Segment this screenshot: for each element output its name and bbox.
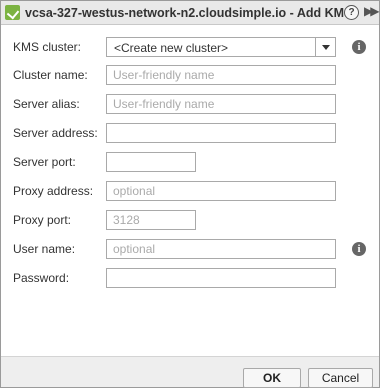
expand-icon[interactable]: ▶▶ <box>364 4 380 18</box>
proxy-address-label: Proxy address: <box>13 184 94 198</box>
dialog-footer: OK Cancel <box>1 356 379 388</box>
password-label: Password: <box>13 271 70 285</box>
dialog-title: vcsa-327-westus-network-n2.cloudsimple.i… <box>25 6 353 20</box>
dropdown-arrow-icon[interactable] <box>315 38 335 56</box>
cancel-button[interactable]: Cancel <box>308 368 373 388</box>
title-bar: vcsa-327-westus-network-n2.cloudsimple.i… <box>1 1 380 25</box>
info-icon[interactable]: i <box>352 242 366 256</box>
password-input[interactable] <box>106 268 336 288</box>
proxy-address-input[interactable] <box>106 181 336 201</box>
cluster-name-label: Cluster name: <box>13 68 88 82</box>
user-name-label: User name: <box>13 242 76 256</box>
cluster-name-input[interactable] <box>106 65 336 85</box>
server-alias-input[interactable] <box>106 94 336 114</box>
kms-cluster-label: KMS cluster: <box>13 40 82 54</box>
help-icon[interactable]: ? <box>344 5 359 20</box>
kms-cluster-selected-value: <Create new cluster> <box>114 41 229 55</box>
server-port-label: Server port: <box>13 155 76 169</box>
server-port-input[interactable] <box>106 152 196 172</box>
proxy-port-input[interactable] <box>106 210 196 230</box>
server-address-label: Server address: <box>13 126 98 140</box>
ok-button[interactable]: OK <box>243 368 301 388</box>
add-kms-dialog: vcsa-327-westus-network-n2.cloudsimple.i… <box>0 0 380 388</box>
vsphere-logo-icon <box>5 5 20 20</box>
proxy-port-label: Proxy port: <box>13 213 72 227</box>
info-icon[interactable]: i <box>352 40 366 54</box>
kms-cluster-select[interactable]: <Create new cluster> <box>106 37 336 57</box>
user-name-input[interactable] <box>106 239 336 259</box>
server-address-input[interactable] <box>106 123 336 143</box>
server-alias-label: Server alias: <box>13 97 80 111</box>
